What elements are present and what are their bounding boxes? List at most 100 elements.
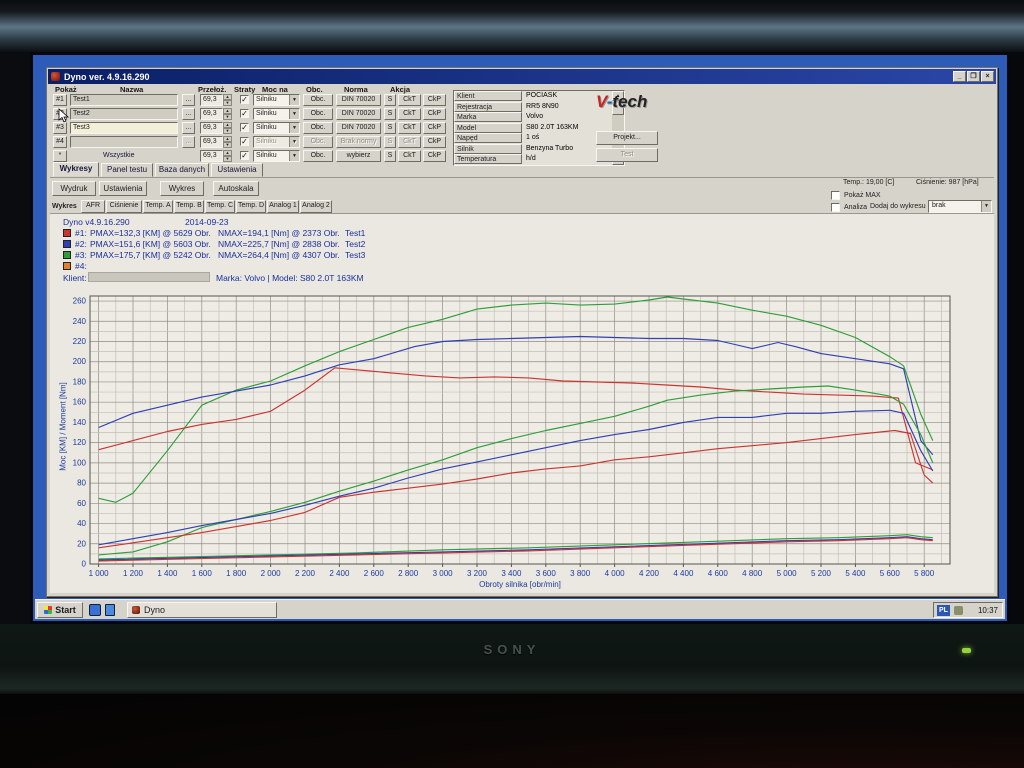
- mocna-select-2[interactable]: Silniku▼: [253, 122, 300, 134]
- client-field-value[interactable]: POCIASK: [526, 91, 557, 101]
- test4-name-field[interactable]: [70, 136, 178, 148]
- start-button[interactable]: Start: [37, 602, 83, 618]
- przeloz-value-0[interactable]: 69,3: [200, 94, 223, 106]
- akcja-s-button-0[interactable]: S: [384, 94, 396, 106]
- akcja-ckt-button-0[interactable]: CkT: [398, 94, 421, 106]
- mocna-select-4[interactable]: Silniku▼: [253, 150, 300, 162]
- akcja-ckp-button-3[interactable]: CkP: [423, 136, 446, 148]
- test4-show-button[interactable]: #4: [53, 136, 67, 148]
- obc-button-1[interactable]: Obc.: [303, 108, 333, 120]
- akcja-s-button-1[interactable]: S: [384, 108, 396, 120]
- task-button-dyno[interactable]: Dyno: [127, 602, 277, 618]
- client-input[interactable]: [88, 272, 210, 282]
- mocna-select-1[interactable]: Silniku▼: [253, 108, 300, 120]
- straty-checkbox-1[interactable]: ✓: [240, 109, 249, 118]
- obc-button-2[interactable]: Obc.: [303, 122, 333, 134]
- przeloz-value-1[interactable]: 69,3: [200, 108, 223, 120]
- tab-ustawienia[interactable]: Ustawienia: [211, 163, 263, 177]
- test3-name-field[interactable]: Test3: [70, 122, 178, 134]
- chevron-down-icon[interactable]: ▼: [289, 123, 299, 133]
- client-field-value[interactable]: Benzyna Turbo: [526, 144, 573, 154]
- subtab-temp-d[interactable]: Temp. D: [236, 200, 266, 213]
- svg-text:2 000: 2 000: [261, 569, 282, 578]
- subtab-analog2[interactable]: Analog 2: [300, 200, 332, 213]
- dodaj-select[interactable]: brak ▼: [928, 200, 992, 213]
- chevron-down-icon[interactable]: ▼: [981, 201, 991, 212]
- close-button[interactable]: ×: [981, 71, 994, 82]
- subtab-analog1[interactable]: Analog 1: [267, 200, 299, 213]
- legend-client-row: Klient: Marka: Volvo | Model: S80 2.0T 1…: [60, 273, 990, 284]
- akcja-ckp-button-2[interactable]: CkP: [423, 122, 446, 134]
- straty-checkbox-0[interactable]: ✓: [240, 95, 249, 104]
- analiza-checkbox[interactable]: [831, 203, 840, 212]
- quicklaunch-icon[interactable]: [105, 604, 115, 616]
- wydruk-button[interactable]: Wydruk: [52, 181, 96, 196]
- chevron-down-icon[interactable]: ▼: [289, 95, 299, 105]
- chevron-down-icon[interactable]: ▼: [289, 109, 299, 119]
- akcja-ckp-button-4[interactable]: CkP: [423, 150, 446, 162]
- ustawienia-button[interactable]: Ustawienia: [99, 181, 147, 196]
- subtab-afr[interactable]: AFR: [81, 200, 105, 213]
- norma-button-2[interactable]: DIN 70020: [336, 122, 381, 134]
- norma-button-0[interactable]: DIN 70020: [336, 94, 381, 106]
- test2-browse-button[interactable]: ...: [182, 108, 195, 120]
- przeloz-spinner-2[interactable]: ▲▼: [223, 122, 232, 134]
- przeloz-spinner-1[interactable]: ▲▼: [223, 108, 232, 120]
- client-field-value[interactable]: RR5 8N90: [526, 102, 559, 112]
- akcja-ckt-button-3: CkT: [398, 136, 421, 148]
- test2-name-field[interactable]: Test2: [70, 108, 178, 120]
- subtab-cisnienie[interactable]: Ciśnienie: [106, 200, 142, 213]
- pokaz-max-label: Pokaż MAX: [844, 191, 881, 201]
- subtab-temp-c[interactable]: Temp. C: [205, 200, 235, 213]
- client-label: Klient:: [63, 273, 87, 283]
- test1-show-button[interactable]: #1: [53, 94, 67, 106]
- tray-icon[interactable]: [954, 606, 963, 615]
- akcja-ckp-button-0[interactable]: CkP: [423, 94, 446, 106]
- akcja-s-button-2[interactable]: S: [384, 122, 396, 134]
- client-field-value[interactable]: h/d: [526, 154, 536, 164]
- przeloz-value-4[interactable]: 69,3: [200, 150, 223, 162]
- przeloz-value-2[interactable]: 69,3: [200, 122, 223, 134]
- przeloz-spinner-0[interactable]: ▲▼: [223, 94, 232, 106]
- maximize-button[interactable]: ❐: [967, 71, 980, 82]
- test3-browse-button[interactable]: ...: [182, 122, 195, 134]
- przeloz-value-3[interactable]: 69,3: [200, 136, 223, 148]
- akcja-ckt-button-1[interactable]: CkT: [398, 108, 421, 120]
- test1-browse-button[interactable]: ...: [182, 94, 195, 106]
- chart-canvas[interactable]: 1 0001 2001 4001 6001 8002 0002 2002 400…: [52, 290, 957, 592]
- straty-checkbox-3[interactable]: ✓: [240, 137, 249, 146]
- obc-button-4[interactable]: Obc.: [303, 150, 333, 162]
- tab-panel-testu[interactable]: Panel testu: [101, 163, 153, 177]
- tab-wykresy[interactable]: Wykresy: [53, 162, 99, 177]
- norma-button-1[interactable]: DIN 70020: [336, 108, 381, 120]
- minimize-button[interactable]: _: [953, 71, 966, 82]
- tab-baza-danych[interactable]: Baza danych: [155, 163, 209, 177]
- pokaz-max-checkbox[interactable]: [831, 191, 840, 200]
- language-indicator[interactable]: PL: [937, 605, 950, 616]
- przeloz-spinner-3[interactable]: ▲▼: [223, 136, 232, 148]
- client-field-label: Klient: [454, 91, 522, 101]
- przeloz-spinner-4[interactable]: ▲▼: [223, 150, 232, 162]
- straty-checkbox-4[interactable]: ✓: [240, 151, 249, 160]
- subtab-temp-a[interactable]: Temp. A: [143, 200, 173, 213]
- client-field-value[interactable]: 1 oś: [526, 133, 539, 143]
- akcja-header: Akcja: [390, 85, 410, 94]
- autoskala-button[interactable]: Autoskala: [213, 181, 259, 196]
- akcja-s-button-4[interactable]: S: [384, 150, 396, 162]
- show-all-button[interactable]: *: [53, 150, 67, 162]
- wykres-button[interactable]: Wykres: [160, 181, 204, 196]
- norma-button-4[interactable]: wybierz: [336, 150, 381, 162]
- akcja-ckt-button-4[interactable]: CkT: [398, 150, 421, 162]
- client-field-value[interactable]: S80 2.0T 163KM: [526, 123, 578, 133]
- client-field-value[interactable]: Volvo: [526, 112, 543, 122]
- projekt-button[interactable]: Projekt...: [596, 131, 658, 145]
- akcja-ckt-button-2[interactable]: CkT: [398, 122, 421, 134]
- mocna-select-0[interactable]: Silniku▼: [253, 94, 300, 106]
- test1-name-field[interactable]: Test1: [70, 94, 178, 106]
- quicklaunch-icon[interactable]: [89, 604, 101, 616]
- chevron-down-icon[interactable]: ▼: [289, 151, 299, 161]
- akcja-ckp-button-1[interactable]: CkP: [423, 108, 446, 120]
- subtab-temp-b[interactable]: Temp. B: [174, 200, 204, 213]
- obc-button-0[interactable]: Obc.: [303, 94, 333, 106]
- straty-checkbox-2[interactable]: ✓: [240, 123, 249, 132]
